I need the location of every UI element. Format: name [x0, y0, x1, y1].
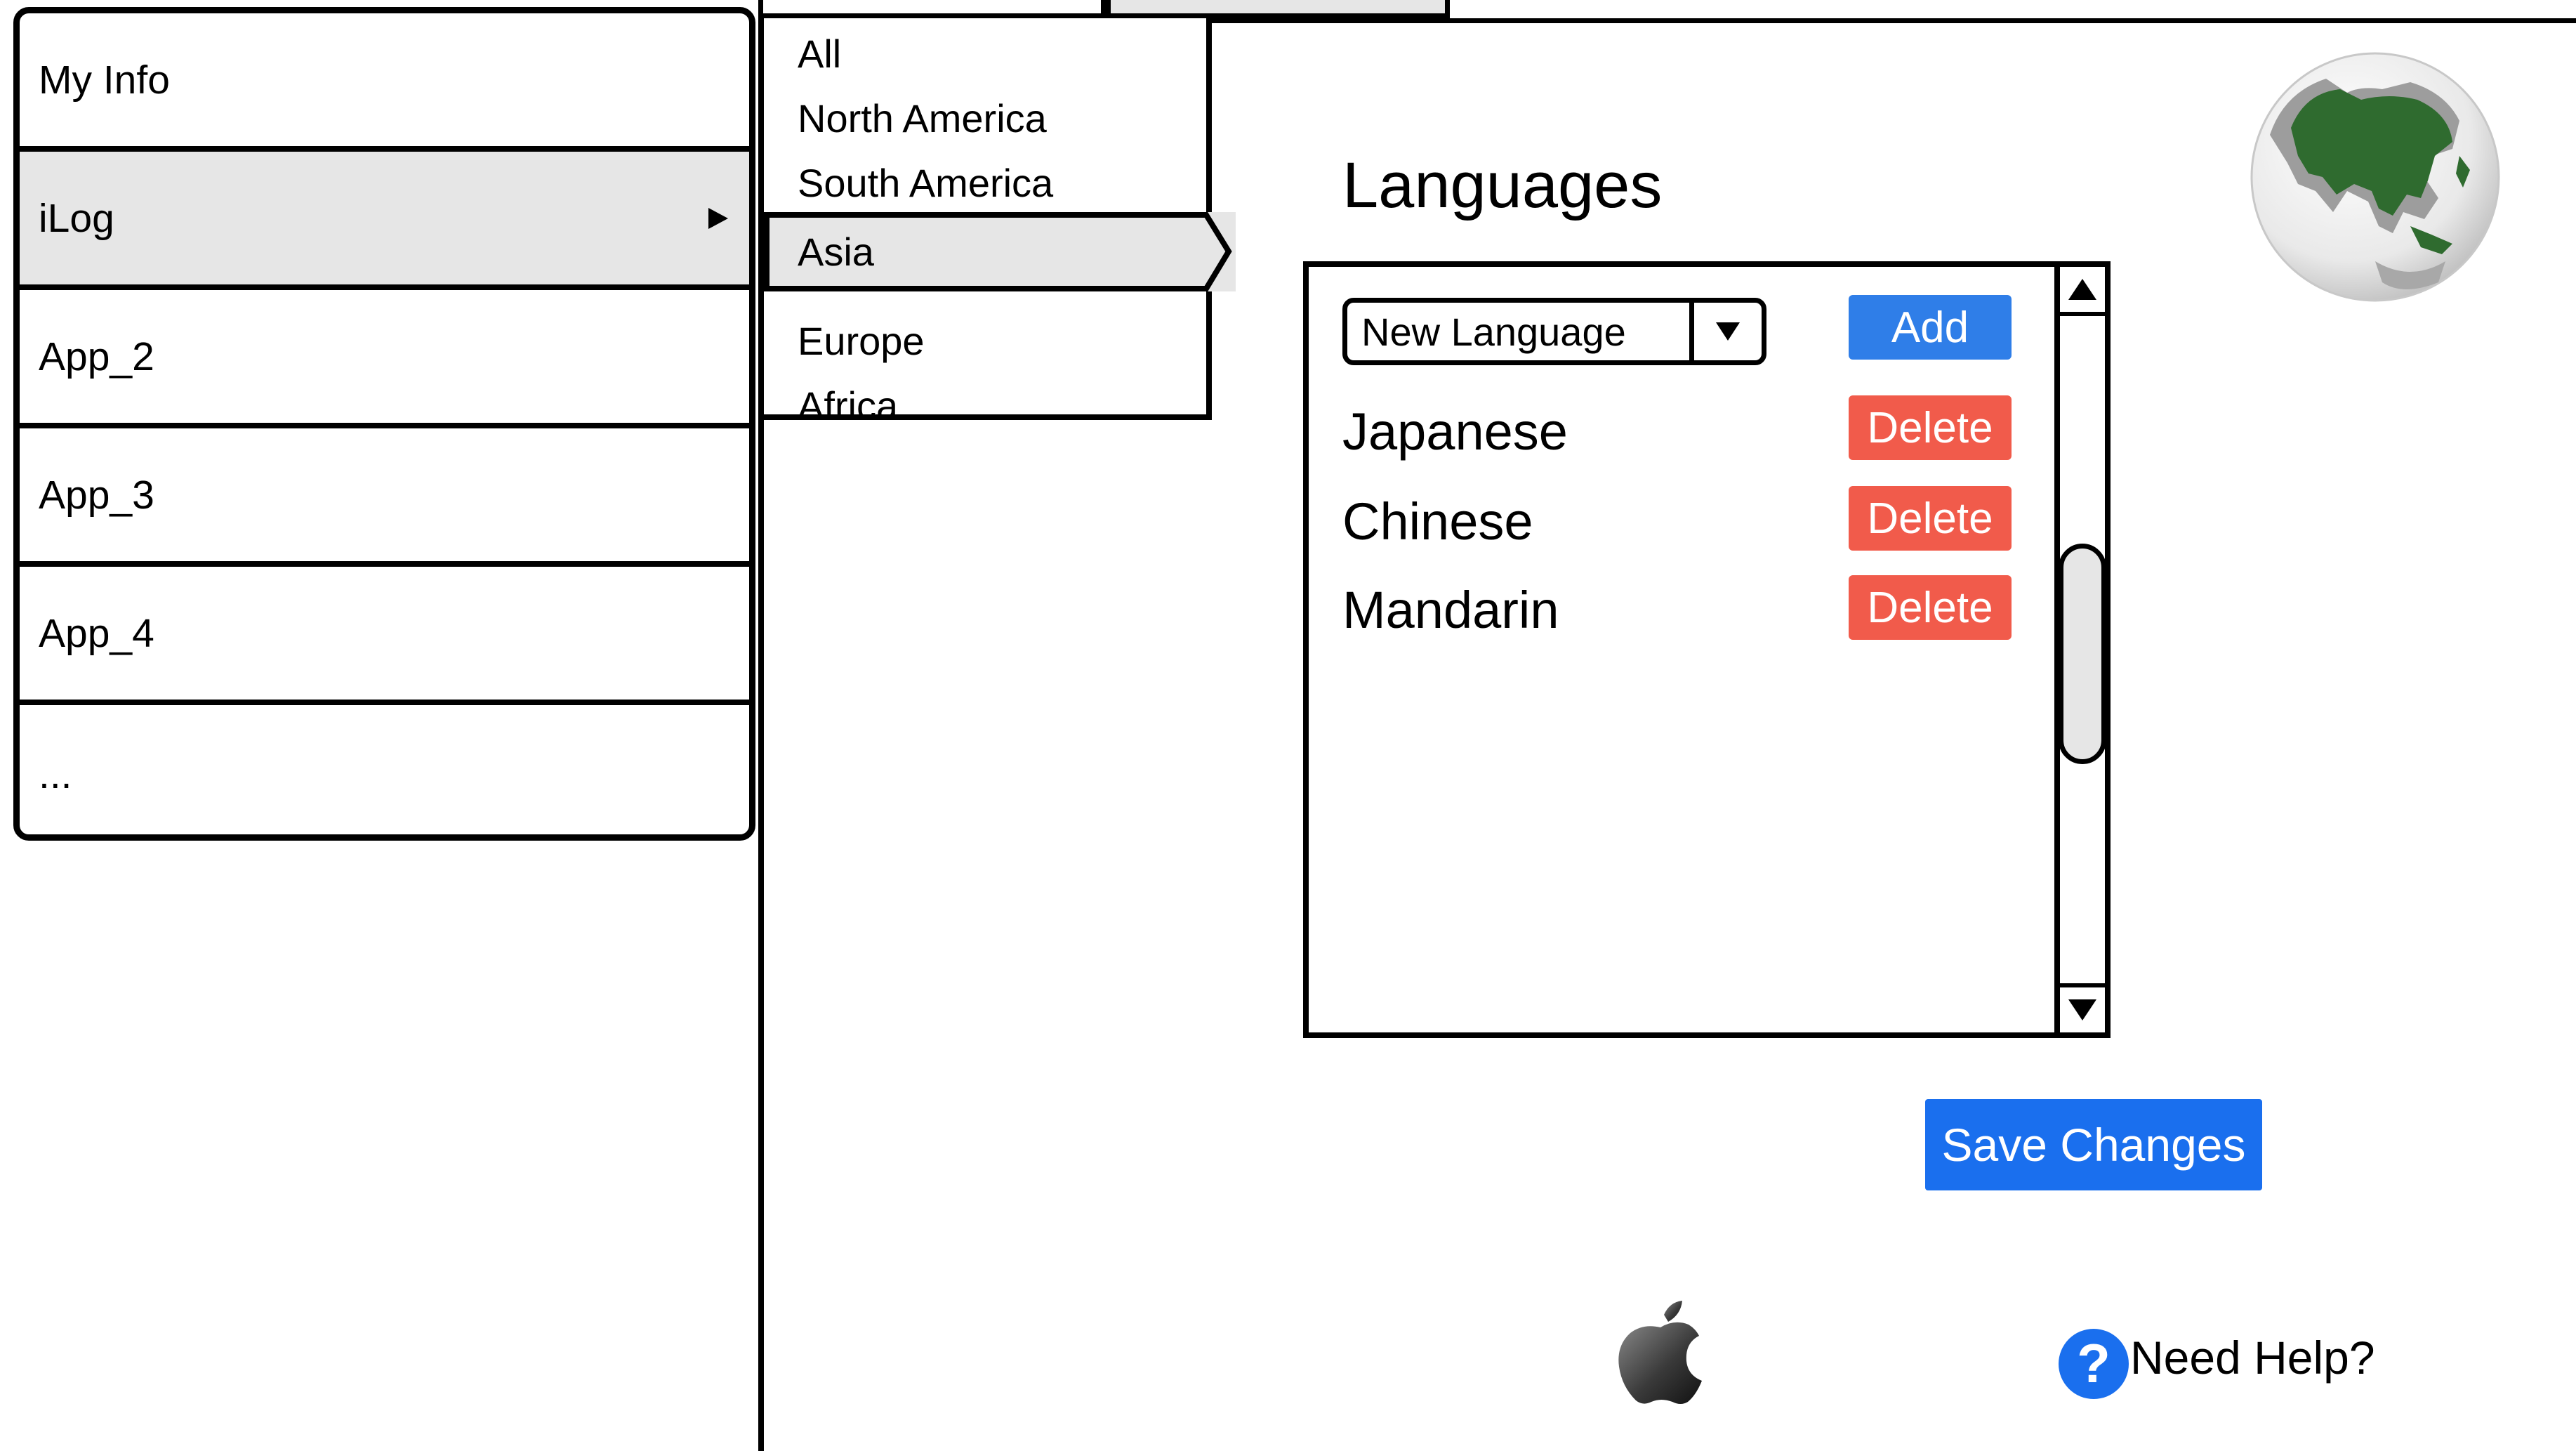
new-language-select-value: New Language — [1361, 309, 1626, 354]
region-item-label: Asia — [798, 230, 874, 274]
caret-down-icon — [1716, 322, 1740, 341]
menu-item-app-2[interactable]: App_2 — [20, 290, 749, 428]
dropdown-toggle[interactable] — [1689, 303, 1762, 360]
globe-asia-icon — [2250, 52, 2500, 302]
region-item-africa[interactable]: Africa — [764, 373, 898, 438]
menu-item-my-info[interactable]: My Info — [20, 13, 749, 152]
languages-scrollbar[interactable] — [2054, 261, 2111, 1038]
apple-logo-icon — [1618, 1301, 1702, 1404]
menu-item-app-4[interactable]: App_4 — [20, 567, 749, 705]
region-item-label: North America — [798, 96, 1047, 140]
menu-item-label: ... — [39, 751, 72, 797]
menu-item-more[interactable]: ... — [20, 705, 749, 834]
scrollbar-thumb[interactable] — [2059, 544, 2106, 764]
delete-mandarin-button[interactable]: Delete — [1849, 575, 2012, 640]
region-item-all[interactable]: All — [764, 21, 841, 86]
language-name-mandarin: Mandarin — [1342, 581, 1559, 639]
language-name-chinese: Chinese — [1342, 492, 1533, 551]
delete-chinese-button[interactable]: Delete — [1849, 486, 2012, 551]
menu-item-app-3[interactable]: App_3 — [20, 428, 749, 567]
save-changes-button[interactable]: Save Changes — [1925, 1099, 2262, 1190]
region-item-label: Africa — [798, 383, 899, 428]
language-name-japanese: Japanese — [1342, 402, 1568, 461]
menu-item-label: iLog — [39, 195, 114, 241]
region-item-south-america[interactable]: South America — [764, 150, 1053, 215]
region-item-europe[interactable]: Europe — [764, 308, 925, 373]
left-menu: My Info iLog App_2 App_3 App_4 ... — [13, 7, 755, 841]
region-item-north-america[interactable]: North America — [764, 86, 1047, 150]
region-item-label: All — [798, 31, 842, 76]
menu-item-label: My Info — [39, 57, 170, 103]
region-item-asia[interactable]: Asia — [764, 212, 1236, 291]
region-submenu: All North America South America Asia Eur… — [758, 18, 1236, 428]
arrow-up-icon — [2068, 279, 2096, 300]
menu-item-ilog[interactable]: iLog — [20, 152, 749, 290]
top-tab-left[interactable] — [758, 0, 1106, 18]
svg-text:?: ? — [2077, 1332, 2111, 1394]
need-help-link[interactable]: Need Help? — [2130, 1331, 2375, 1384]
delete-japanese-button[interactable]: Delete — [1849, 395, 2012, 460]
add-language-button[interactable]: Add — [1849, 295, 2012, 360]
menu-item-label: App_3 — [39, 472, 154, 518]
scroll-up-button[interactable] — [2060, 267, 2105, 316]
region-item-label: South America — [798, 160, 1054, 205]
question-mark-icon[interactable]: ? — [2057, 1327, 2130, 1400]
languages-list-box — [1303, 261, 2111, 1038]
region-item-label: Europe — [798, 318, 925, 363]
arrow-down-icon — [2068, 999, 2096, 1020]
top-tab-right[interactable] — [1106, 0, 1450, 18]
menu-item-label: App_2 — [39, 334, 154, 379]
languages-title: Languages — [1342, 150, 1663, 221]
new-language-select[interactable]: New Language — [1342, 298, 1766, 365]
scroll-down-button[interactable] — [2060, 983, 2105, 1032]
chevron-right-icon — [708, 207, 728, 229]
menu-item-label: App_4 — [39, 610, 154, 656]
